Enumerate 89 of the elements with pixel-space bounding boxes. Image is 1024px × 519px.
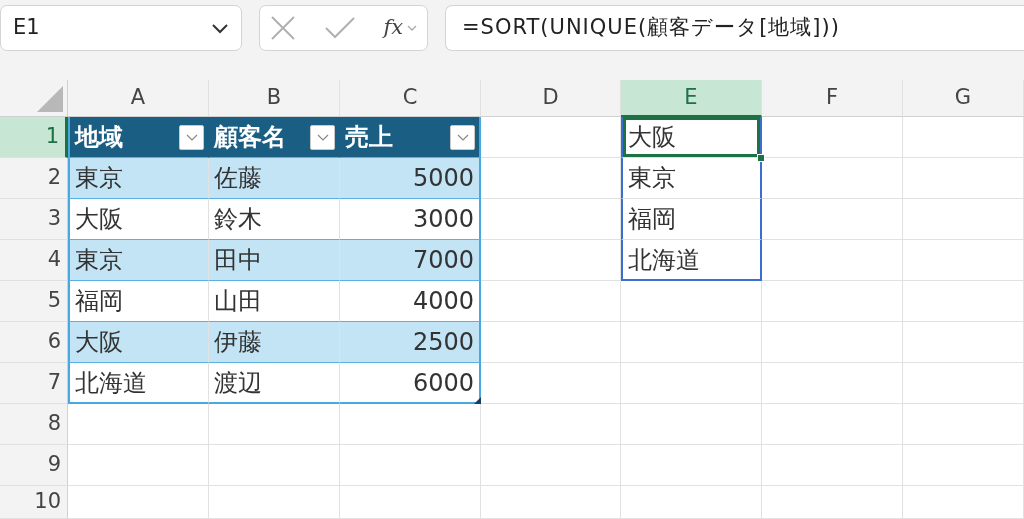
table-cell: 7000: [340, 240, 481, 281]
empty-cell[interactable]: [903, 363, 1024, 404]
chevron-icon[interactable]: [456, 133, 469, 141]
chevron-icon[interactable]: [407, 24, 417, 32]
empty-cell[interactable]: [762, 158, 903, 199]
table-cell: 5000: [340, 158, 481, 199]
row-header[interactable]: 2: [0, 158, 68, 199]
row-header[interactable]: 10: [0, 486, 68, 519]
column-header[interactable]: E: [621, 80, 762, 117]
table-header: 売上: [345, 122, 393, 153]
empty-cell[interactable]: [481, 404, 621, 445]
table-cell: 田中: [209, 240, 340, 281]
empty-cell[interactable]: [621, 363, 762, 404]
row-header[interactable]: 7: [0, 363, 68, 404]
column-header[interactable]: B: [209, 80, 340, 117]
empty-cell[interactable]: [762, 117, 903, 158]
table-header: 顧客名: [214, 122, 286, 153]
empty-cell[interactable]: [903, 486, 1024, 519]
empty-cell[interactable]: [621, 404, 762, 445]
spill-cell: 北海道: [621, 240, 762, 281]
empty-cell[interactable]: [340, 445, 481, 486]
empty-cell[interactable]: [621, 322, 762, 363]
empty-cell[interactable]: [903, 240, 1024, 281]
empty-cell[interactable]: [209, 404, 340, 445]
empty-cell[interactable]: [762, 486, 903, 519]
empty-cell[interactable]: [481, 486, 621, 519]
empty-cell[interactable]: [903, 322, 1024, 363]
table-cell: 北海道: [68, 363, 209, 404]
spill-cell: 福岡: [621, 199, 762, 240]
chevron-icon[interactable]: [316, 133, 329, 141]
empty-cell[interactable]: [621, 281, 762, 322]
empty-cell[interactable]: [621, 486, 762, 519]
row-header[interactable]: 5: [0, 281, 68, 322]
cancel-icon[interactable]: [270, 15, 296, 41]
dropdown-icon[interactable]: [211, 22, 229, 34]
checkmark-icon[interactable]: [323, 16, 356, 40]
table-cell: 東京: [68, 158, 209, 199]
filter-button[interactable]: [450, 124, 475, 150]
row-header[interactable]: 1: [0, 117, 68, 158]
spill-cell: 東京: [621, 158, 762, 199]
table-cell: 2500: [340, 322, 481, 363]
empty-cell[interactable]: [209, 486, 340, 519]
empty-cell[interactable]: [340, 486, 481, 519]
column-header[interactable]: F: [762, 80, 903, 117]
row-header[interactable]: 8: [0, 404, 68, 445]
empty-cell[interactable]: [762, 281, 903, 322]
formula-field[interactable]: =SORT(UNIQUE(顧客データ[地域])): [445, 5, 1024, 51]
empty-cell[interactable]: [762, 363, 903, 404]
table-cell: 伊藤: [209, 322, 340, 363]
empty-cell[interactable]: [762, 445, 903, 486]
table-cell: 大阪: [68, 322, 209, 363]
empty-cell[interactable]: [621, 445, 762, 486]
fill-handle[interactable]: [757, 154, 765, 162]
row-header[interactable]: 9: [0, 445, 68, 486]
column-header[interactable]: A: [68, 80, 209, 117]
empty-cell[interactable]: [481, 199, 621, 240]
chevron-icon[interactable]: [185, 133, 198, 141]
table-cell: 佐藤: [209, 158, 340, 199]
empty-cell[interactable]: [481, 363, 621, 404]
column-header[interactable]: D: [481, 80, 621, 117]
empty-cell[interactable]: [903, 445, 1024, 486]
table-cell: 東京: [68, 240, 209, 281]
column-header[interactable]: C: [340, 80, 481, 117]
select-all-icon[interactable]: [37, 86, 63, 112]
empty-cell[interactable]: [903, 199, 1024, 240]
empty-cell[interactable]: [903, 404, 1024, 445]
empty-cell[interactable]: [340, 404, 481, 445]
row-header[interactable]: 4: [0, 240, 68, 281]
empty-cell[interactable]: [481, 281, 621, 322]
empty-cell[interactable]: [209, 445, 340, 486]
empty-cell[interactable]: [762, 199, 903, 240]
name-box[interactable]: E1: [0, 5, 242, 51]
filter-button[interactable]: [310, 124, 335, 150]
empty-cell[interactable]: [762, 240, 903, 281]
table-header: 地域: [75, 122, 123, 153]
resize-handle[interactable]: [474, 397, 481, 404]
table-cell: 渡辺: [209, 363, 340, 404]
column-header[interactable]: G: [903, 80, 1024, 117]
empty-cell[interactable]: [903, 117, 1024, 158]
empty-cell[interactable]: [903, 281, 1024, 322]
empty-cell[interactable]: [762, 404, 903, 445]
row-header[interactable]: 3: [0, 199, 68, 240]
insert-function-button[interactable]: fx: [383, 12, 403, 44]
row-header[interactable]: 6: [0, 322, 68, 363]
empty-cell[interactable]: [762, 322, 903, 363]
empty-cell[interactable]: [903, 158, 1024, 199]
table-cell: 6000: [340, 363, 481, 404]
empty-cell[interactable]: [481, 445, 621, 486]
filter-button[interactable]: [179, 124, 204, 150]
